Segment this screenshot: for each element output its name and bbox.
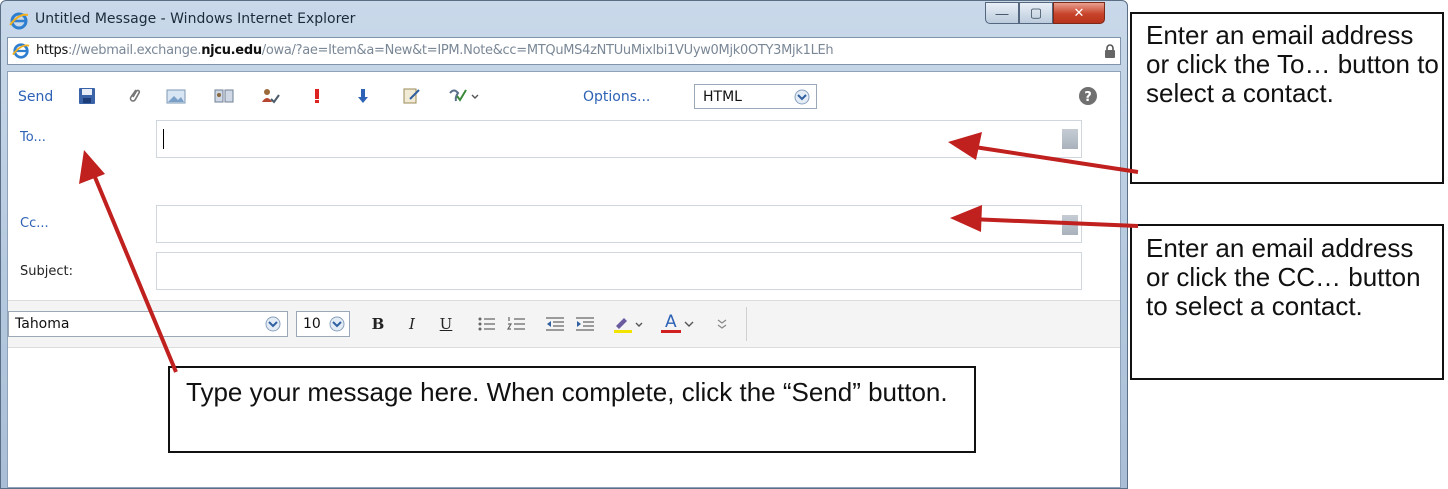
send-arrow — [90, 169, 178, 373]
send-arrowhead — [79, 150, 105, 184]
to-arrowhead — [948, 132, 982, 160]
to-arrow — [967, 144, 1139, 174]
cc-arrowhead — [950, 205, 982, 232]
cc-arrow — [969, 217, 1139, 228]
annotation-arrows — [79, 132, 1139, 373]
